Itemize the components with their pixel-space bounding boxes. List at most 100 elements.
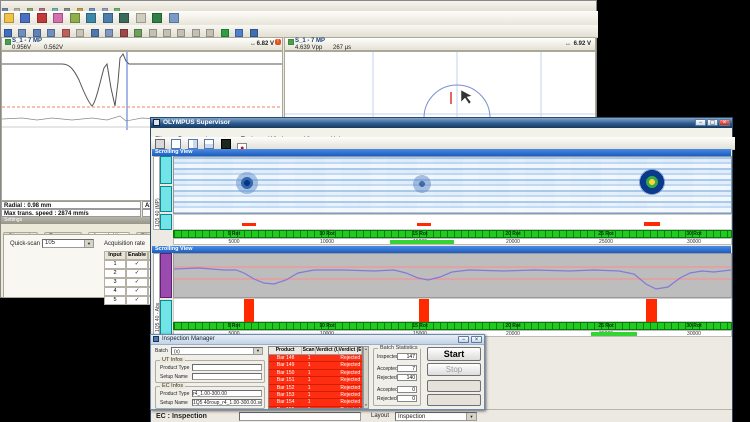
table-row[interactable]: Bar 1551Rejected bbox=[269, 407, 362, 409]
ascan-icon[interactable] bbox=[91, 29, 99, 37]
ec-setup-name-label: Setup Name bbox=[160, 400, 188, 406]
alarm-icon[interactable] bbox=[120, 29, 128, 37]
alarm-mark-3 bbox=[644, 222, 660, 226]
move-icon[interactable] bbox=[33, 29, 41, 37]
pane1-channel-block-3[interactable] bbox=[160, 214, 172, 230]
users-icon[interactable] bbox=[250, 29, 258, 37]
layout-single-icon[interactable] bbox=[171, 139, 181, 149]
pane2-channel-block-2[interactable] bbox=[160, 300, 172, 336]
undo-icon[interactable] bbox=[177, 29, 185, 37]
ut-infos-group: UT Infos Product Type Setup Name bbox=[155, 360, 265, 383]
zoom-icon[interactable] bbox=[47, 29, 55, 37]
pane1-alarm-strip bbox=[173, 214, 732, 230]
probe-setup-icon[interactable] bbox=[53, 13, 63, 23]
table-row[interactable]: Bar 1501Rejected bbox=[269, 370, 362, 377]
scrolling-view-1-titlebar[interactable]: Scrolling View bbox=[152, 149, 731, 156]
ut-setup-name-label: Setup Name bbox=[160, 374, 188, 380]
camera-icon[interactable] bbox=[136, 13, 146, 23]
print-icon[interactable] bbox=[155, 139, 165, 149]
checkbox-checked-icon[interactable]: ✓ bbox=[126, 296, 148, 305]
open-folder-icon[interactable] bbox=[4, 13, 14, 23]
clock-icon[interactable] bbox=[235, 29, 243, 37]
scrolling-view-2-titlebar[interactable]: Scrolling View bbox=[152, 246, 731, 253]
bscan-icon[interactable] bbox=[105, 29, 113, 37]
table-row[interactable]: Bar 1491Rejected bbox=[269, 362, 362, 369]
report-icon[interactable] bbox=[86, 13, 96, 23]
pan-icon[interactable] bbox=[4, 29, 12, 37]
clip-icon[interactable] bbox=[70, 13, 80, 23]
grid-header-enable: Enable bbox=[126, 251, 148, 260]
delete-icon[interactable] bbox=[62, 29, 70, 37]
layout-combo[interactable]: Inspection▼ bbox=[395, 412, 477, 421]
pane2-channel-block-1[interactable] bbox=[160, 253, 172, 298]
redo-icon[interactable] bbox=[192, 29, 200, 37]
ut-setup-name-field[interactable] bbox=[192, 373, 262, 380]
app-icon bbox=[153, 119, 160, 126]
table-row[interactable]: Bar 1481Rejected bbox=[269, 355, 362, 362]
ut-product-type-field[interactable] bbox=[192, 364, 262, 371]
pane2-position-ruler[interactable]: 5 Rot 10 Rot 15 Rot 20 Rot 25 Rot 30 Rot bbox=[173, 322, 732, 330]
ascan-pane-title: S_1 - 7 MP bbox=[12, 38, 42, 45]
supervisor-titlebar[interactable]: OLYMPUS Supervisor − ▢ × bbox=[151, 118, 732, 128]
minimize-button[interactable]: − bbox=[695, 119, 706, 126]
inspection-manager-titlebar[interactable]: Inspection Manager − × bbox=[151, 335, 484, 345]
table-row[interactable]: Bar 1511Rejected bbox=[269, 377, 362, 384]
monitor-icon[interactable] bbox=[152, 13, 162, 23]
pane1-position-ruler[interactable]: 5 Rot 10 Rot 15 Rot 20 Rot 25 Rot 30 Rot bbox=[173, 230, 732, 238]
layout-grid-icon[interactable] bbox=[103, 13, 113, 23]
quick-scan-combo[interactable]: 105▼ bbox=[42, 239, 94, 248]
table-row[interactable]: Bar 1521Rejected bbox=[269, 385, 362, 392]
stat-value: 0 bbox=[397, 386, 417, 393]
checkbox-checked-icon[interactable]: ✓ bbox=[126, 287, 148, 296]
snapshot-icon[interactable] bbox=[163, 29, 171, 37]
close-button[interactable]: × bbox=[719, 119, 730, 126]
bscan-heatmap[interactable] bbox=[173, 156, 732, 214]
chevron-down-icon[interactable]: ▼ bbox=[466, 413, 476, 420]
table-row[interactable]: Bar 1531Rejected bbox=[269, 392, 362, 399]
layout-split-icon[interactable] bbox=[188, 139, 198, 149]
checkbox-checked-icon[interactable]: ✓ bbox=[126, 269, 148, 278]
ascan-pane-header: S_1 - 7 MP 0.956V 0.562V ↔ 6.82 V ! bbox=[1, 37, 283, 51]
screen-icon[interactable] bbox=[221, 139, 231, 149]
table-row[interactable]: Bar 1541Rejected bbox=[269, 399, 362, 406]
inspection-manager-window: Inspection Manager − × Batch (x)▼ UT Inf… bbox=[150, 334, 485, 410]
reject-bar-2 bbox=[419, 299, 429, 322]
resize-h-icon: ↔ bbox=[250, 41, 256, 48]
cursor-icon[interactable] bbox=[18, 29, 26, 37]
status-progress-field bbox=[239, 412, 361, 421]
scrollbar-up-icon[interactable]: ▲ bbox=[364, 347, 368, 352]
ruler-icon[interactable] bbox=[76, 29, 84, 37]
pane1-channel-block-2[interactable] bbox=[160, 186, 172, 212]
results-table[interactable]: Product Scan Verdict (UT) Verdict (EC) B… bbox=[268, 346, 363, 409]
scrollbar-down-icon[interactable]: ▼ bbox=[364, 403, 368, 408]
align-icon[interactable] bbox=[206, 29, 214, 37]
tools-icon[interactable] bbox=[169, 13, 179, 23]
ec-product-type-field[interactable]: r4_1.00-300.00 bbox=[192, 390, 262, 397]
grid-input: 2 bbox=[104, 269, 126, 278]
pane1-axis-strip: 1Q5 40 (MP) bbox=[153, 156, 160, 230]
start-button[interactable]: Start bbox=[427, 347, 481, 361]
export-icon[interactable] bbox=[134, 29, 142, 37]
close-button[interactable]: × bbox=[471, 336, 482, 343]
layout-quad-icon[interactable] bbox=[204, 139, 214, 149]
stat-value: 0 bbox=[397, 395, 417, 402]
pane1-channel-block-1[interactable] bbox=[160, 156, 172, 184]
minimize-button[interactable]: − bbox=[458, 336, 469, 343]
chevron-down-icon[interactable]: ▼ bbox=[84, 240, 93, 247]
save-icon[interactable] bbox=[20, 13, 30, 23]
strip-chart-area[interactable] bbox=[173, 253, 732, 298]
chevron-down-icon[interactable]: ▼ bbox=[253, 348, 262, 354]
table-scrollbar[interactable]: ▲ ▼ bbox=[363, 346, 369, 409]
flag-icon[interactable] bbox=[221, 29, 229, 37]
display-icon[interactable] bbox=[119, 13, 129, 23]
stop-button[interactable]: Stop bbox=[427, 363, 481, 376]
batch-combo[interactable]: (x)▼ bbox=[171, 347, 263, 355]
acquisition-main-toolbar bbox=[1, 11, 598, 26]
ec-setup-name-field[interactable]: 1Q5 40roup_r4_1.00-300.00.set bbox=[192, 399, 262, 406]
ascan-range-value: 6.82 V bbox=[257, 41, 274, 48]
checkbox-checked-icon[interactable]: ✓ bbox=[126, 260, 148, 269]
checkbox-checked-icon[interactable]: ✓ bbox=[126, 278, 148, 287]
maximize-button[interactable]: ▢ bbox=[707, 119, 718, 126]
setup-wizard-icon[interactable] bbox=[37, 13, 47, 23]
freeze-icon[interactable] bbox=[149, 29, 157, 37]
